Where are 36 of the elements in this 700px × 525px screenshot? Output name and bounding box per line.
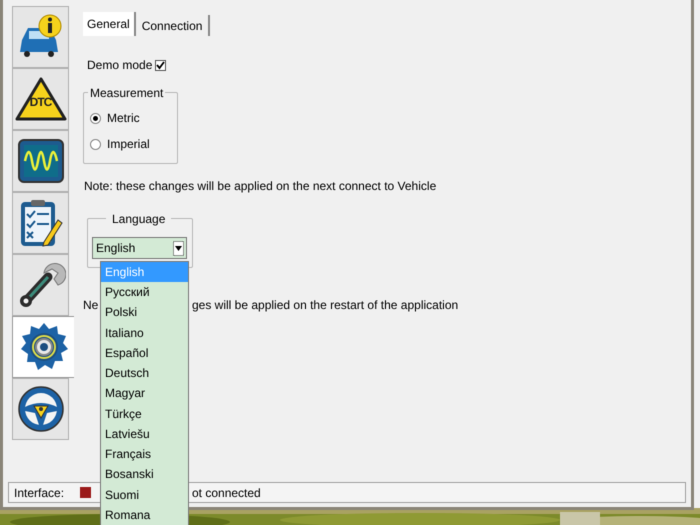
dropdown-option[interactable]: Magyar bbox=[101, 383, 188, 404]
demo-mode-label: Demo mode bbox=[87, 57, 152, 74]
steering-wheel-icon bbox=[16, 385, 64, 433]
dropdown-option[interactable]: Polski bbox=[101, 302, 188, 323]
sidebar-item[interactable] bbox=[12, 130, 69, 192]
status-text: ot connected bbox=[192, 484, 261, 502]
dropdown-option[interactable]: Türkçe bbox=[101, 404, 188, 424]
sidebar-item[interactable] bbox=[12, 192, 69, 254]
sidebar-item[interactable] bbox=[12, 254, 69, 316]
radio-label: Imperial bbox=[107, 136, 150, 153]
sidebar-item[interactable] bbox=[12, 378, 69, 440]
tab[interactable]: Connection bbox=[136, 15, 210, 36]
note-text: ges will be applied on the restart of the application bbox=[192, 297, 458, 314]
dropdown-option[interactable]: Suomi bbox=[101, 484, 188, 505]
oscilloscope-icon bbox=[16, 138, 64, 184]
language-combo[interactable]: English bbox=[92, 237, 187, 259]
dropdown-option[interactable]: Romana bbox=[101, 504, 188, 525]
status-label: Interface: bbox=[14, 484, 64, 502]
sidebar-item[interactable]: DTC bbox=[12, 68, 69, 130]
radio-label: Metric bbox=[107, 110, 140, 127]
dropdown-option[interactable]: Latviešu bbox=[101, 424, 188, 444]
dropdown-option[interactable]: Français bbox=[101, 444, 188, 464]
warning-triangle-icon: DTC bbox=[14, 76, 66, 122]
note-text: Note: these changes will be applied on the next connect to Vehicle bbox=[84, 178, 438, 195]
demo-mode-checkbox[interactable] bbox=[155, 60, 166, 70]
dropdown-option[interactable]: Español bbox=[101, 342, 188, 364]
dropdown-option[interactable]: Italiano bbox=[101, 322, 188, 343]
sidebar-item[interactable] bbox=[12, 6, 69, 68]
tab[interactable]: General bbox=[83, 12, 136, 36]
note-text: Ne bbox=[83, 297, 98, 314]
dropdown-option[interactable]: Deutsch bbox=[101, 363, 188, 384]
sidebar-item[interactable] bbox=[12, 316, 74, 378]
radio-button[interactable] bbox=[90, 138, 101, 150]
dropdown-option[interactable]: Русский bbox=[101, 282, 188, 302]
radio-button[interactable] bbox=[90, 112, 101, 124]
dropdown-option[interactable]: Bosanski bbox=[101, 464, 188, 485]
